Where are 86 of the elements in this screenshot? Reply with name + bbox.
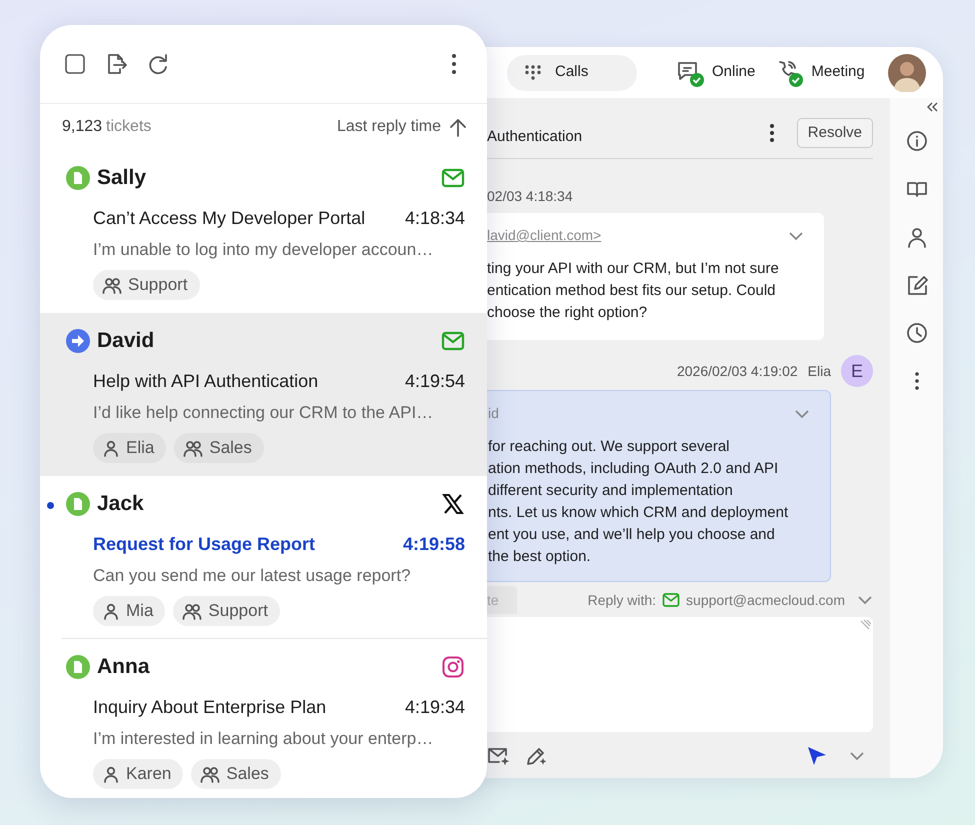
person-icon: [102, 765, 120, 783]
x-logo-icon: [441, 492, 465, 516]
ticket-subject: Help with API Authentication: [93, 370, 318, 393]
ticket-subject: Can’t Access My Developer Portal: [93, 206, 366, 230]
reply-input-field[interactable]: [487, 617, 873, 732]
reply-address[interactable]: support@acmecloud.com: [686, 590, 845, 610]
group-icon: [102, 276, 122, 294]
ticket-subject: Request for Usage Report: [93, 532, 316, 556]
meeting-status[interactable]: Meeting: [775, 58, 865, 86]
ticket-count-label: tickets: [106, 117, 152, 137]
ticket-preview: Can you send me our latest usage report?: [93, 564, 412, 586]
document-status-icon: [66, 166, 90, 190]
online-status[interactable]: Online: [676, 58, 756, 86]
sender-address[interactable]: lavid@client.com>: [487, 225, 602, 246]
customer-name: Sally: [97, 165, 146, 191]
person-icon[interactable]: [906, 226, 928, 248]
send-icon[interactable]: [806, 745, 828, 767]
resolve-button[interactable]: Resolve: [796, 118, 873, 148]
message-text: ting your API with our CRM, but I’m not sure: [487, 259, 780, 279]
chevron-icon[interactable]: [788, 230, 804, 240]
chevron-icon[interactable]: [849, 751, 865, 761]
message-time: 02/03 4:18:34: [487, 187, 574, 206]
document-status-icon: [66, 654, 90, 679]
ticket-row[interactable]: Jack Request for Usage Report 4:19:58 Can you send me our latest usage report? Mia Support: [40, 476, 487, 639]
ticket-row[interactable]: David Help with API Authentication 4:19:54 I’d like help connecting our CRM to the API… Elia Sales: [40, 313, 487, 476]
mail-icon: [662, 591, 680, 609]
refresh-icon[interactable]: [147, 53, 169, 75]
customer-name: David: [97, 328, 154, 354]
author-avatar: E: [841, 355, 873, 387]
ticket-time: 4:19:34: [404, 696, 465, 718]
ticket-row[interactable]: Sally Can’t Access My Developer Portal 4:18:34 I’m unable to log into my developer accoun… Support: [40, 150, 487, 313]
assignee-tag: Elia: [93, 433, 166, 463]
dialpad-icon: [525, 65, 541, 80]
message-text: choose the right option?: [487, 303, 648, 323]
info-icon[interactable]: [906, 130, 928, 152]
conversation-title: Authentication: [487, 126, 582, 146]
group-icon: [182, 602, 202, 620]
more-icon[interactable]: [768, 123, 775, 143]
more-icon[interactable]: [451, 53, 457, 75]
reply-with-label: Reply with:: [588, 590, 656, 610]
message-text: for reaching out. We support several: [488, 437, 731, 457]
document-status-icon: [66, 492, 90, 516]
forward-status-icon: [66, 328, 90, 353]
ticket-time: 4:18:34: [404, 206, 465, 230]
message-text: nts. Let us know which CRM and deployment: [488, 503, 790, 523]
customer-name: Anna: [97, 654, 150, 680]
message-text: different security and implementation: [488, 481, 734, 501]
team-tag: Sales: [174, 433, 264, 463]
sender-address: id: [488, 404, 499, 423]
message-text: entication method best fits our setup. Could: [487, 281, 777, 301]
message-text: ent you use, and we’ll help you choose and: [488, 525, 776, 545]
customer-name: Jack: [97, 491, 144, 517]
sort-button[interactable]: Last reply time: [336, 115, 467, 139]
arrow-up-icon: [449, 117, 467, 137]
ticket-time: 4:19:54: [404, 370, 465, 392]
ticket-count: 9,123: [62, 117, 102, 137]
export-icon[interactable]: [105, 53, 127, 75]
ticket-subject: Inquiry About Enterprise Plan: [93, 696, 326, 719]
person-icon: [102, 439, 120, 457]
ticket-preview: I’d like help connecting our CRM to the API…: [93, 402, 434, 424]
ticket-preview: I’m interested in learning about your enterp…: [93, 728, 434, 750]
ticket-time: 4:19:58: [402, 532, 465, 556]
group-icon: [183, 439, 204, 457]
team-tag: Support: [93, 270, 200, 300]
ticket-row[interactable]: Anna Inquiry About Enterprise Plan 4:19:34 I’m interested in learning about your enterp… Karen Sales: [40, 639, 487, 798]
edit-icon[interactable]: [906, 274, 928, 296]
resize-handle-icon[interactable]: [859, 619, 871, 630]
select-all-checkbox[interactable]: [65, 54, 85, 74]
message-text: the best option.: [488, 547, 592, 567]
calls-button[interactable]: Calls: [507, 54, 637, 90]
chevron-icon[interactable]: [857, 595, 873, 605]
person-icon: [102, 602, 120, 620]
chevron-icon[interactable]: [794, 408, 810, 418]
assignee-tag: Karen: [93, 759, 184, 789]
instagram-icon: [441, 654, 465, 679]
ticket-preview: I’m unable to log into my developer accoun…: [93, 238, 434, 260]
message-text: ation methods, including OAuth 2.0 and API: [488, 459, 780, 479]
author-name: Elia: [808, 362, 831, 380]
group-icon: [200, 765, 220, 783]
avatar[interactable]: [888, 54, 926, 92]
assignee-tag: Mia: [93, 596, 166, 626]
team-tag: Support: [173, 596, 280, 626]
clock-icon[interactable]: [906, 322, 928, 344]
team-tag: Sales: [191, 759, 281, 789]
collapse-icon[interactable]: [927, 102, 938, 112]
message-time: 2026/02/03 4:19:02: [676, 362, 798, 380]
